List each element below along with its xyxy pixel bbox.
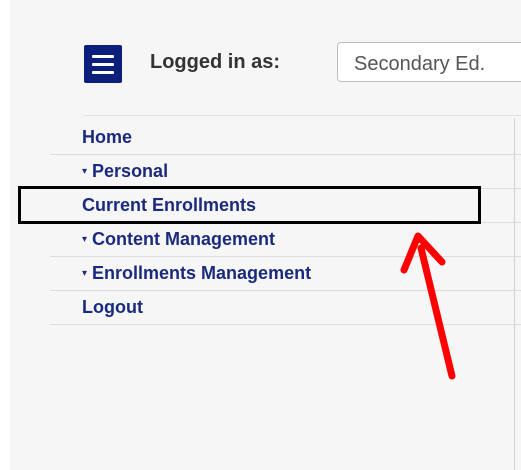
nav-item-label: Content Management bbox=[92, 229, 276, 249]
nav-item-label: Personal bbox=[92, 161, 169, 181]
nav-item-home[interactable]: Home bbox=[50, 121, 521, 155]
menu-toggle-button[interactable] bbox=[84, 45, 122, 83]
nav-item-enrollments-management[interactable]: ▾ Enrollments Management bbox=[50, 257, 521, 291]
caret-down-icon: ▾ bbox=[82, 234, 88, 245]
hamburger-icon-bar bbox=[92, 62, 114, 66]
hamburger-icon-bar bbox=[92, 54, 114, 58]
nav-item-content-management[interactable]: ▾ Content Management bbox=[50, 223, 521, 257]
nav-item-label: Home bbox=[82, 127, 133, 147]
logged-in-label: Logged in as: bbox=[150, 51, 280, 73]
caret-down-icon: ▾ bbox=[82, 268, 88, 279]
hamburger-icon-bar bbox=[92, 70, 114, 74]
organization-select[interactable]: Secondary Ed. bbox=[337, 42, 521, 82]
nav-item-label: Enrollments Management bbox=[92, 263, 312, 283]
nav-item-personal[interactable]: ▾ Personal bbox=[50, 155, 521, 189]
nav-item-label: Logout bbox=[82, 297, 143, 317]
caret-down-icon: ▾ bbox=[82, 166, 88, 177]
highlight-box bbox=[18, 186, 481, 224]
header-divider bbox=[84, 115, 521, 116]
nav-item-logout[interactable]: Logout bbox=[50, 291, 521, 325]
